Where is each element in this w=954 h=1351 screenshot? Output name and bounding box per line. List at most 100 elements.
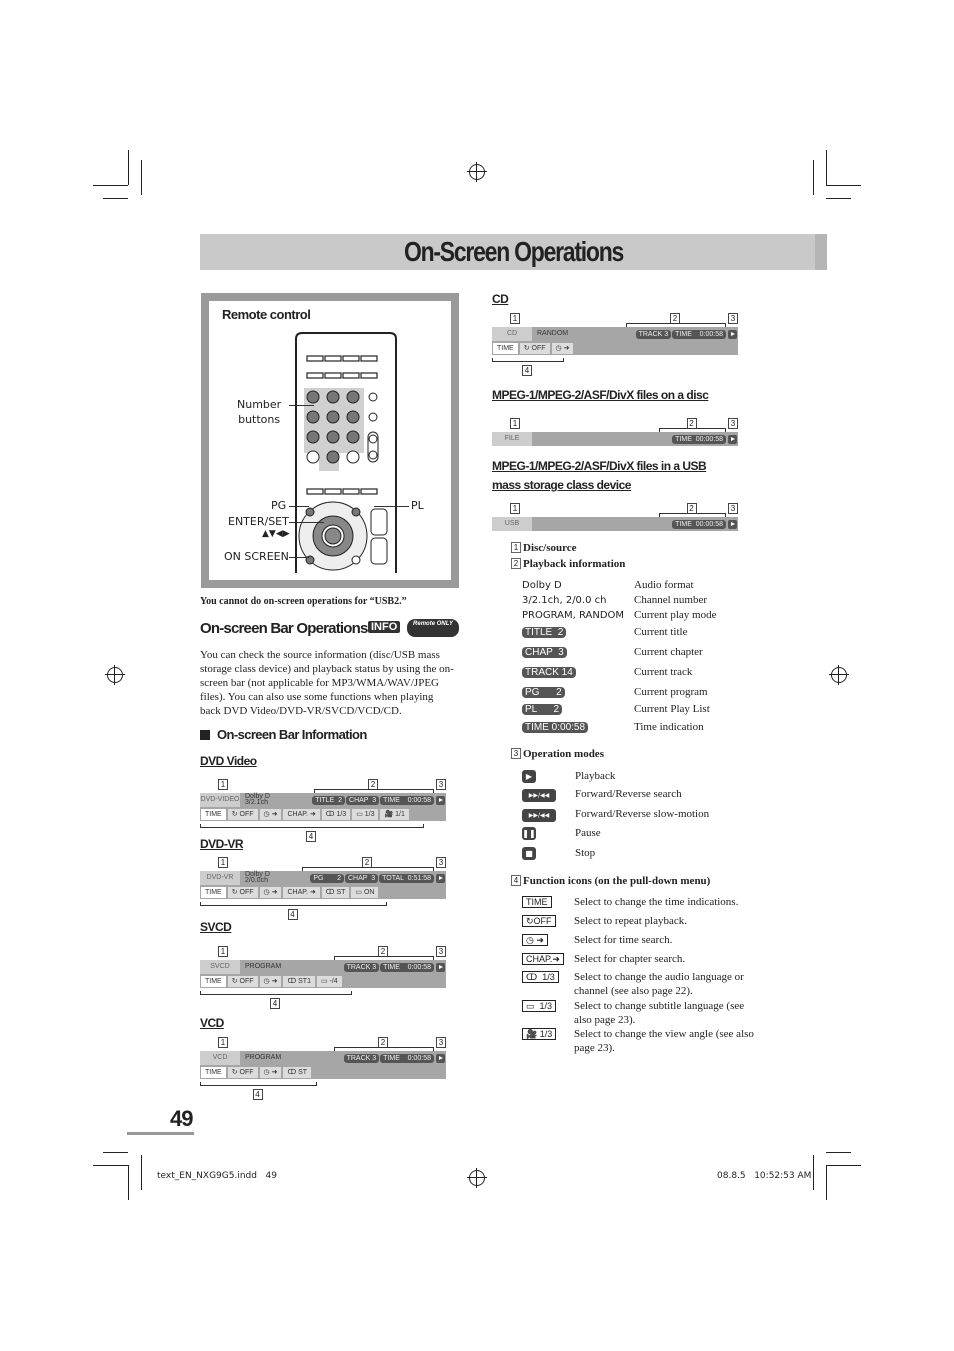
function-row: 🎥 1/3 Select to change the view angle (se…: [522, 1027, 754, 1054]
bar-function-icon: ↻ OFF: [227, 976, 258, 987]
crop-mark: [813, 1155, 814, 1190]
bar-status-row: VCD PROGRAM TRACK 3 TIME 0:00:58: [200, 1051, 446, 1065]
bar-function-icon: CHAP. ➜: [283, 887, 320, 898]
function-icon: ▭ 1/3: [522, 1000, 557, 1012]
bracket: [200, 902, 387, 906]
bar-status-row: CD RANDOM TRACK 3 TIME 0:00:58: [492, 327, 738, 341]
play-icon: [436, 1054, 445, 1063]
play-icon: [728, 520, 737, 529]
bar-function-icon: TIME: [201, 1067, 226, 1078]
remote-illustration: [295, 332, 397, 573]
playback-term: PROGRAM, RANDOM: [522, 610, 625, 621]
bar-info-line: RANDOM: [537, 330, 569, 337]
bar-function-icon: ▭ 1/3: [352, 809, 379, 820]
leader-line: [289, 557, 309, 558]
callout: 3: [436, 857, 446, 868]
playback-desc: Current Play List: [634, 703, 710, 715]
bar-function-icon: TIME: [201, 976, 226, 987]
bar-function-icon: ◷ ➜: [259, 887, 282, 898]
page-number-rule: [127, 1132, 194, 1135]
bar-function-row: TIME ↻ OFF ◷ ➜ ↀ ST: [200, 1065, 446, 1079]
playback-desc: Current track: [634, 666, 693, 678]
play-icon: [728, 435, 737, 444]
registration-mark-icon: [829, 665, 849, 685]
info-button-badge: INFO: [368, 621, 401, 633]
function-row: ◷ ➜ Select for time search.: [522, 933, 672, 947]
section-usb: MPEG-1/MPEG-2/ASF/DivX files in a USB ma…: [492, 459, 707, 492]
remote-only-badge: Remote ONLY: [407, 619, 459, 637]
playback-info-row: PG 2 Current program: [522, 685, 752, 699]
playback-info-row: PROGRAM, RANDOM Current play mode: [522, 608, 752, 623]
bar-function-icon: ◷ ➜: [259, 809, 282, 820]
on-screen-bar: DVD-VIDEO Dolby D 3/2.1ch TITLE 2 CHAP 3 TIME…: [200, 793, 446, 821]
function-row: TIME Select to change the time indication…: [522, 895, 738, 909]
callout: 1: [218, 1037, 228, 1048]
bar-function-row: TIME ↻ OFF ◷ ➜ ↀ ST1 ▭ -/4: [200, 974, 446, 988]
page-title: On-Screen Operations: [403, 236, 624, 267]
manual-page: On-Screen Operations Remote control Numb…: [0, 0, 954, 1351]
playback-pill: TIME 0:00:58: [522, 722, 589, 733]
bar-pill: TIME 0:00:58: [380, 796, 434, 805]
play-icon: ▶: [522, 770, 536, 783]
title-band: On-Screen Operations: [200, 234, 827, 270]
callout: 1: [510, 313, 520, 324]
function-icon: CHAP.➜: [522, 953, 564, 965]
callout: 3: [728, 313, 738, 324]
leader-line: [289, 522, 324, 523]
on-screen-bar: FILE TIME 00:00:58: [492, 432, 738, 446]
section-dvd-vr: DVD-VR: [200, 837, 244, 851]
playback-desc: Current title: [634, 626, 688, 638]
bar-pill: TIME 00:00:58: [672, 435, 726, 444]
section-svcd: SVCD: [200, 920, 232, 934]
bar-source: USB: [492, 517, 532, 531]
bar-info: PROGRAM: [245, 963, 281, 970]
section-file: MPEG-1/MPEG-2/ASF/DivX files on a disc: [492, 388, 709, 402]
callout-number: 4: [511, 875, 521, 886]
legend-operation: 3 Operation modes: [511, 747, 604, 761]
bar-function-icon: TIME: [201, 809, 226, 820]
legend-label: Disc/source: [523, 542, 577, 554]
bar-pill: TRACK 3: [343, 963, 380, 972]
bar-pill: TIME 0:00:58: [380, 1054, 434, 1063]
enter-set-label: ENTER/SET: [228, 515, 289, 528]
operation-desc: Playback: [575, 770, 616, 782]
callout: 3: [728, 503, 738, 514]
bar-pills: TITLE 2 CHAP 3 TIME 0:00:58: [312, 796, 434, 805]
playback-term: Dolby D: [522, 580, 562, 591]
function-desc: Select for time search.: [574, 934, 673, 946]
operation-desc: Forward/Reverse search: [575, 788, 682, 800]
crop-mark: [128, 1165, 129, 1200]
playback-desc: Current play mode: [634, 609, 717, 621]
bullet-square: [200, 730, 210, 740]
callout: 4: [287, 909, 298, 920]
legend-playback: 2 Playback information: [511, 557, 625, 571]
legend-functions: 4 Function icons (on the pull-down menu): [511, 874, 710, 888]
bar-pill: TITLE 2: [312, 796, 346, 805]
playback-desc: Current chapter: [634, 646, 703, 658]
play-icon: [728, 330, 737, 339]
bracket: [334, 1047, 434, 1051]
bar-function-icon: ◷ ➜: [259, 976, 282, 987]
function-desc: Select to change subtitle language (see …: [574, 1000, 745, 1026]
bar-function-icon: ↀ ST: [321, 887, 350, 898]
function-row: ↀ 1/3 Select to change the audio language…: [522, 970, 744, 997]
callout: 1: [510, 418, 520, 429]
bar-pill: CHAP 3: [346, 796, 380, 805]
bar-function-icon: CHAP. ➜: [283, 809, 320, 820]
crop-mark: [141, 1155, 142, 1190]
pl-label: PL: [411, 499, 424, 512]
function-desc: Select to repeat playback.: [574, 915, 688, 927]
bracket: [659, 428, 726, 432]
bar-info-line: 2/0.0ch: [245, 877, 268, 884]
page-number: 49: [170, 1106, 194, 1131]
operation-row: ■ Stop: [522, 846, 595, 860]
bar-function-icon: ▭ -/4: [316, 976, 342, 987]
operation-row: ▶ Playback: [522, 769, 615, 783]
playback-pill: TRACK 14: [522, 667, 576, 678]
bar-function-row: TIME ↻ OFF ◷ ➜: [492, 341, 738, 355]
title-band-edge: [815, 234, 827, 270]
bar-pill: TRACK 3: [343, 1054, 380, 1063]
function-row: CHAP.➜ Select for chapter search.: [522, 952, 685, 966]
bar-function-row: TIME ↻ OFF ◷ ➜ CHAP. ➜ ↀ ST ▭ ON: [200, 885, 446, 899]
bar-function-icon: ↻ OFF: [519, 343, 550, 354]
